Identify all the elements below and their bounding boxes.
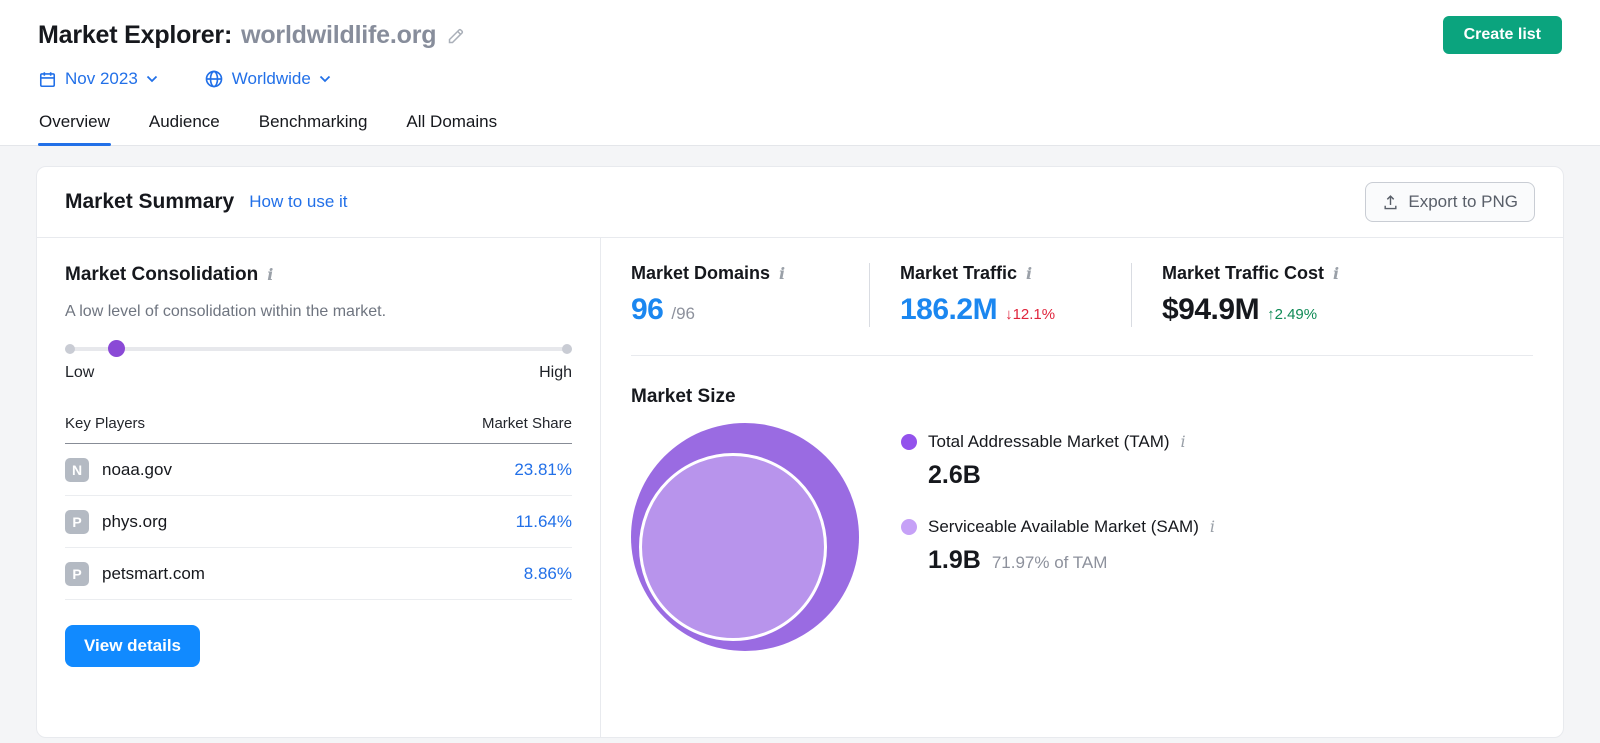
stat-label: Market Domains i [631,263,839,284]
date-filter-label: Nov 2023 [65,69,138,88]
tab-audience[interactable]: Audience [148,104,221,145]
market-traffic-value: 186.2M [900,293,998,326]
view-details-button[interactable]: View details [65,625,201,667]
tam-value: 2.6B [928,461,981,489]
stat-label: Market Traffic i [900,263,1101,284]
key-players-table: Key Players Market Share N noaa.gov 23.8… [65,415,572,600]
stat-label-text: Market Traffic [900,263,1018,283]
slider-high-label: High [539,364,572,381]
page-title-domain: worldwildlife.org [241,20,437,49]
stat-market-domains: Market Domains i 96 /96 [631,263,869,327]
player-domain: petsmart.com [102,563,205,583]
legend-item-sam: Serviceable Available Market (SAM) i 1.9… [901,517,1215,575]
card-title: Market Summary [65,190,235,213]
date-filter[interactable]: Nov 2023 [38,69,158,89]
market-domains-total: /96 [671,304,696,323]
table-row: N noaa.gov 23.81% [65,444,572,496]
market-summary-card: Market Summary How to use it Export to P… [36,166,1564,738]
market-stats-panel: Market Domains i 96 /96 Market Traffic i [600,238,1563,737]
slider-low-label: Low [65,364,95,381]
market-traffic-change: ↓12.1% [1005,306,1056,323]
favicon-badge: P [65,561,89,586]
sam-circle [639,453,827,641]
table-row: P phys.org 11.64% [65,496,572,548]
upload-icon [1384,194,1397,209]
card-header: Market Summary How to use it Export to P… [37,167,1563,237]
player-domain: noaa.gov [102,459,172,479]
export-to-png-label: Export to PNG [1408,192,1518,211]
stats-row: Market Domains i 96 /96 Market Traffic i [631,263,1533,327]
key-players-header: Key Players Market Share [65,415,572,444]
create-list-button[interactable]: Create list [1442,16,1562,54]
player-domain: phys.org [102,511,168,531]
export-to-png-button[interactable]: Export to PNG [1365,182,1535,222]
geo-filter[interactable]: Worldwide [204,69,331,89]
info-icon[interactable]: i [1333,265,1339,282]
tam-dot-icon [901,434,917,450]
filters-row: Nov 2023 Worldwide [38,69,1562,89]
stat-market-traffic-cost: Market Traffic Cost i $94.9M ↑2.49% [1131,263,1369,327]
tam-label: Total Addressable Market (TAM) [928,432,1170,451]
chevron-down-icon [319,75,330,83]
tam-sam-bubble-chart [631,423,859,651]
market-traffic-cost-change: ↑2.49% [1267,306,1318,323]
edit-pencil-icon[interactable] [446,25,467,46]
slider-labels: Low High [65,364,572,382]
market-consolidation-panel: Market Consolidation i A low level of co… [37,238,600,737]
sam-label: Serviceable Available Market (SAM) [928,517,1199,536]
stat-market-traffic: Market Traffic i 186.2M ↓12.1% [869,263,1131,327]
market-traffic-cost-value: $94.9M [1162,293,1260,326]
tab-benchmarking[interactable]: Benchmarking [258,104,369,145]
market-consolidation-title-text: Market Consolidation [65,264,259,285]
market-consolidation-title: Market Consolidation i [65,264,572,286]
slider-thumb[interactable] [107,340,125,357]
consolidation-slider [65,340,572,357]
market-share-link[interactable]: 11.64% [516,512,572,532]
tab-overview[interactable]: Overview [38,104,111,146]
market-share-link[interactable]: 8.86% [524,564,572,584]
col-key-players: Key Players [65,415,146,432]
market-size-chart: Total Addressable Market (TAM) i 2.6B Se… [631,423,1533,651]
how-to-use-link[interactable]: How to use it [249,192,347,212]
info-icon[interactable]: i [1181,434,1186,450]
info-icon[interactable]: i [1026,265,1032,282]
card-body: Market Consolidation i A low level of co… [37,237,1563,737]
title-row: Market Explorer: worldwildlife.org Creat… [38,14,1562,56]
slider-end-low [65,343,75,354]
market-share-link[interactable]: 23.81% [514,460,572,480]
content-area: Market Summary How to use it Export to P… [0,146,1600,743]
market-domains-value: 96 [631,293,664,326]
favicon-badge: P [65,509,89,534]
globe-icon [205,70,223,88]
calendar-icon [39,71,56,87]
sam-percent-of-tam: 71.97% of TAM [991,553,1108,572]
col-market-share: Market Share [481,415,572,432]
page-header: Market Explorer: worldwildlife.org Creat… [0,0,1600,89]
tabs-bar: Overview Audience Benchmarking All Domai… [0,104,1600,146]
consolidation-description: A low level of consolidation within the … [65,303,387,320]
favicon-badge: N [65,457,89,482]
info-icon[interactable]: i [1210,519,1215,535]
stat-label-text: Market Traffic Cost [1162,263,1325,283]
market-size-legend: Total Addressable Market (TAM) i 2.6B Se… [901,423,1215,602]
stat-label: Market Traffic Cost i [1162,263,1339,284]
sam-dot-icon [901,519,917,535]
tab-all-domains[interactable]: All Domains [405,104,498,145]
table-row: P petsmart.com 8.86% [65,548,572,600]
info-icon[interactable]: i [779,265,785,282]
page-title: Market Explorer: worldwildlife.org [38,20,437,50]
market-size-title: Market Size [631,386,736,407]
legend-item-tam: Total Addressable Market (TAM) i 2.6B [901,432,1215,490]
divider [631,355,1533,356]
chevron-down-icon [146,75,157,83]
page-title-prefix: Market Explorer: [38,20,233,49]
stat-label-text: Market Domains [631,263,771,283]
slider-end-high [562,343,572,354]
slider-track [65,346,572,351]
sam-value: 1.9B [928,546,981,574]
info-icon[interactable]: i [267,267,273,283]
geo-filter-label: Worldwide [231,69,311,88]
